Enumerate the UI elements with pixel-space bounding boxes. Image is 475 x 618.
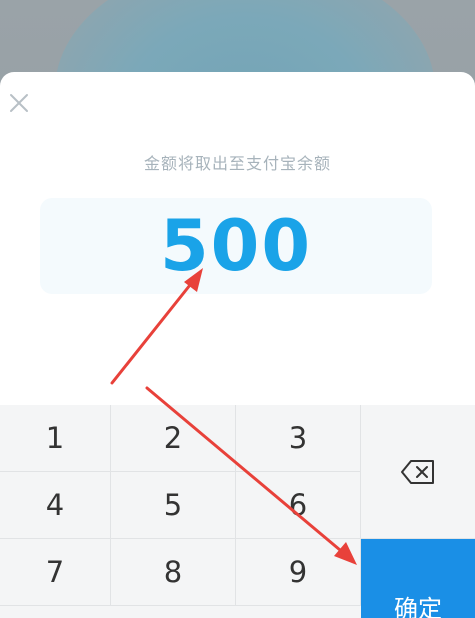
key-6[interactable]: 6 bbox=[236, 472, 361, 539]
confirm-button[interactable]: 确定 bbox=[361, 539, 475, 618]
key-3[interactable]: 3 bbox=[236, 405, 361, 472]
withdraw-sheet: 金额将取出至支付宝余额 500 1 2 3 4 5 6 7 8 9 确定 bbox=[0, 72, 475, 618]
key-9[interactable]: 9 bbox=[236, 539, 361, 606]
key-8[interactable]: 8 bbox=[111, 539, 236, 606]
amount-value: 500 bbox=[159, 205, 313, 287]
key-4[interactable]: 4 bbox=[0, 472, 111, 539]
key-7[interactable]: 7 bbox=[0, 539, 111, 606]
key-1[interactable]: 1 bbox=[0, 405, 111, 472]
key-2[interactable]: 2 bbox=[111, 405, 236, 472]
key-5[interactable]: 5 bbox=[111, 472, 236, 539]
backspace-button[interactable] bbox=[361, 405, 475, 539]
backspace-icon bbox=[401, 459, 434, 484]
withdraw-destination-text: 金额将取出至支付宝余额 bbox=[143, 154, 331, 173]
close-icon bbox=[10, 94, 28, 112]
close-button[interactable] bbox=[6, 90, 32, 116]
numeric-keypad: 1 2 3 4 5 6 7 8 9 确定 bbox=[0, 405, 475, 618]
amount-display: 500 bbox=[40, 198, 432, 294]
